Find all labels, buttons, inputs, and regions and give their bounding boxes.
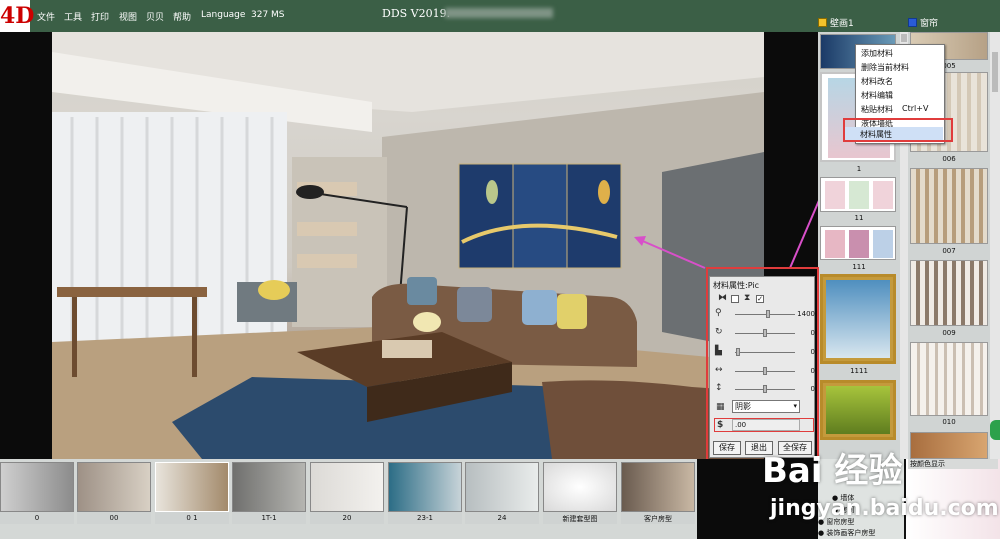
room-thumb-label: 23-1 (417, 514, 433, 522)
room-thumb-label: 24 (497, 514, 507, 522)
curtain-thumb-007[interactable] (910, 168, 988, 244)
room-thumb-20[interactable]: 20 (310, 462, 384, 524)
room-thumb-label: 新建套型图 (562, 515, 598, 523)
tab-mural[interactable]: 壁画1 (818, 16, 854, 29)
ctx-paste-shortcut: Ctrl+V (902, 104, 929, 113)
curtain-thumb-010[interactable] (910, 342, 988, 416)
curtain-label-009: 009 (942, 329, 956, 337)
ctx-add-material[interactable]: 添加材料 (861, 48, 893, 59)
library-label-1111: 1111 (850, 367, 868, 375)
tab-curtain-label: 窗帘 (920, 19, 939, 29)
library-label-111: 111 (852, 263, 866, 271)
room-thumb-01[interactable]: 0 1 (155, 462, 229, 524)
side-green-button[interactable] (990, 420, 1000, 440)
room-thumb-label: 客户房型 (644, 515, 672, 523)
ctx-highlight-box (843, 118, 953, 142)
room-thumb-label: 20 (342, 514, 352, 522)
room-thumb-client-layout[interactable]: 客户房型 (621, 462, 695, 524)
category-art-client[interactable]: ● 装饰画客户房型 (818, 528, 875, 538)
room-thumb-label: 00 (109, 514, 119, 522)
menu-view[interactable]: 视图 (119, 10, 137, 23)
color-display-header: 按颜色显示 (908, 459, 998, 469)
ctx-paste-material[interactable]: 粘贴材料 (861, 104, 893, 115)
radio-icon: ● (818, 529, 825, 537)
baidu-watermark: Bai 经验 (762, 451, 903, 491)
picture-icon (818, 18, 827, 27)
room-thumb-label: 0 1 (186, 514, 198, 522)
library-thumb-1111[interactable] (820, 274, 896, 364)
room-thumb-00[interactable]: 00 (77, 462, 151, 524)
curtain-label-006: 006 (942, 155, 956, 163)
room-thumb-0[interactable]: 0 (0, 462, 74, 524)
room-thumb-label: 0 (34, 514, 40, 522)
ctx-delete-material[interactable]: 删除当前材料 (861, 62, 909, 73)
room-thumb-new-layout[interactable]: 新建套型图 (543, 462, 617, 524)
app-logo: 4D (0, 0, 34, 32)
window-title: DDS V2019. (382, 7, 451, 20)
ctx-rename-material[interactable]: 材料改名 (861, 76, 893, 87)
library-thumb-11[interactable] (820, 177, 896, 212)
menu-tools[interactable]: 工具 (64, 10, 82, 23)
annotation-arrows (634, 140, 846, 269)
library-label-1: 1 (856, 165, 862, 173)
render-time: 327 MS (251, 10, 285, 20)
baidu-watermark-url: jingyan.baidu.com (770, 496, 999, 521)
ctx-edit-material[interactable]: 材料编辑 (861, 90, 893, 101)
menu-beibei[interactable]: 贝贝 (146, 10, 164, 23)
room-thumb-24[interactable]: 24 (465, 462, 539, 524)
curtain-thumb-009[interactable] (910, 260, 988, 326)
curtain-label-010: 010 (942, 418, 956, 426)
curtain-thumb-next[interactable] (910, 432, 988, 459)
room-thumb-23-1[interactable]: 23-1 (388, 462, 462, 524)
home-icon (908, 18, 917, 27)
title-redacted (445, 8, 553, 18)
dialog-highlight-box (706, 267, 819, 468)
curtain-label-007: 007 (942, 247, 956, 255)
library-label-11: 11 (854, 214, 864, 222)
menu-file[interactable]: 文件 (37, 10, 55, 23)
library-right-scrollbar[interactable] (990, 32, 1000, 459)
left-margin (0, 32, 52, 459)
tab-mural-label: 壁画1 (830, 19, 854, 29)
app-window: 4D 文件 工具 打印 视图 贝贝 帮助 Language 327 MS DDS… (0, 0, 1000, 539)
menu-language[interactable]: Language (201, 10, 245, 20)
room-thumb-label: 1T-1 (261, 514, 277, 522)
category-label: 装饰画客户房型 (826, 529, 876, 537)
tab-curtain[interactable]: 窗帘 (908, 16, 938, 29)
room-thumb-1t1[interactable]: 1T-1 (232, 462, 306, 524)
menu-print[interactable]: 打印 (91, 10, 109, 23)
library-thumb-111[interactable] (820, 226, 896, 260)
menu-help[interactable]: 帮助 (173, 10, 191, 23)
library-thumb-forest[interactable] (820, 380, 896, 440)
